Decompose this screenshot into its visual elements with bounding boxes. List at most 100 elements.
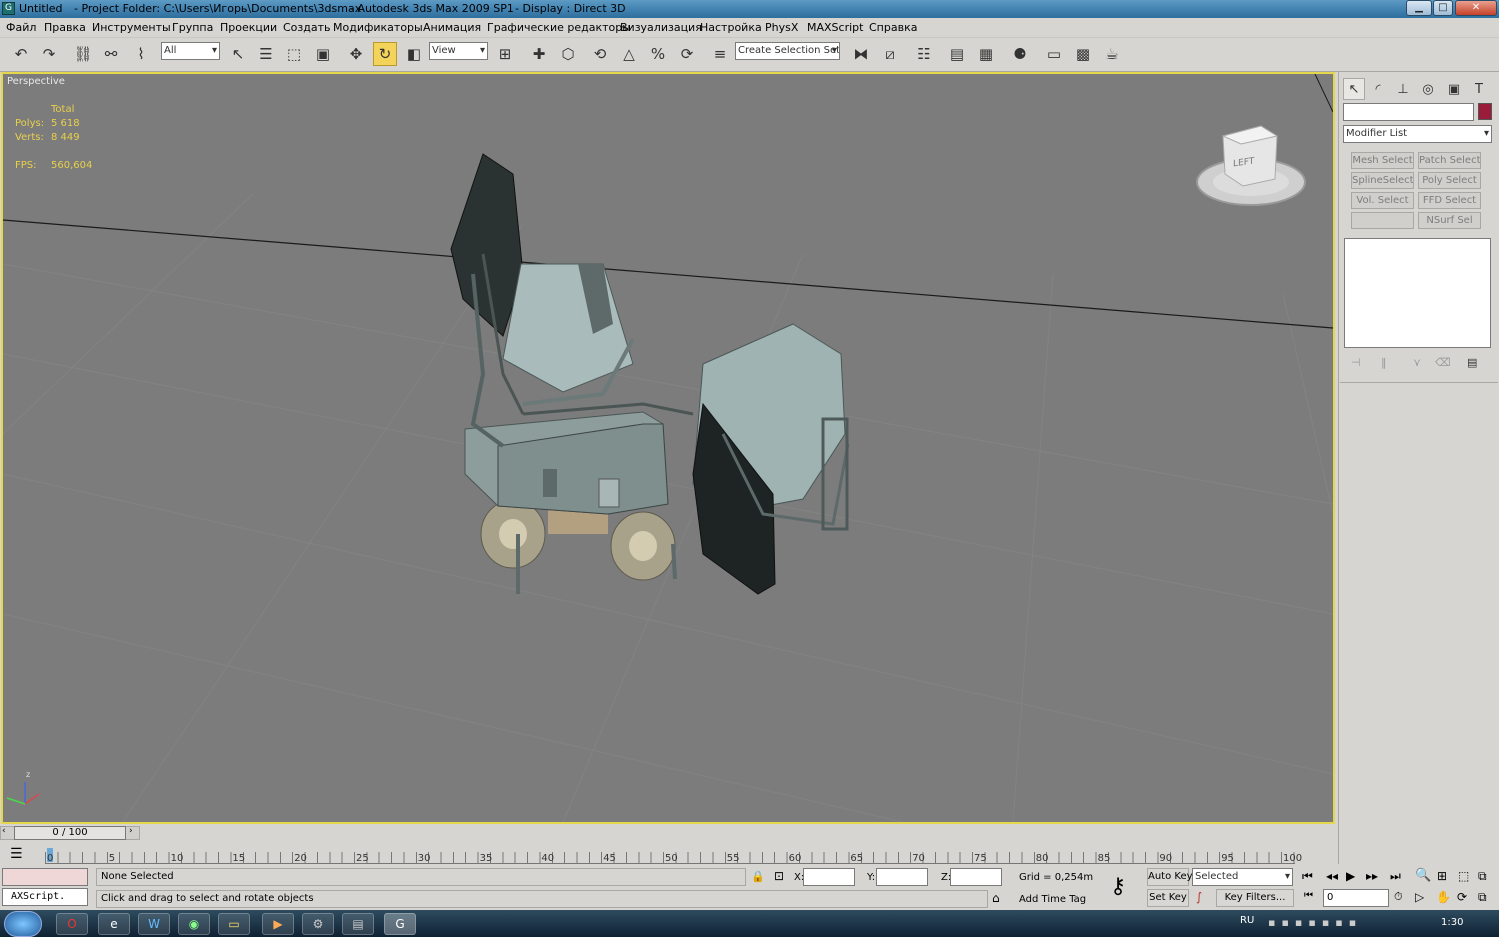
maximize-button[interactable]: □ bbox=[1433, 0, 1453, 16]
goto-end-icon[interactable]: ⏭ bbox=[1390, 869, 1401, 884]
selection-filter-dropdown[interactable]: All bbox=[161, 42, 220, 60]
ie-icon[interactable]: e bbox=[98, 913, 130, 935]
menu-views[interactable]: Проекции bbox=[220, 21, 277, 34]
word-icon[interactable]: W bbox=[138, 913, 170, 935]
layer-manager-icon[interactable]: ☷ bbox=[912, 42, 936, 66]
set-key-icon[interactable]: ⚷ bbox=[1110, 874, 1126, 899]
time-prev-icon[interactable]: ‹ bbox=[2, 826, 6, 836]
current-frame-field[interactable]: 0 bbox=[1323, 889, 1389, 907]
window-crossing-icon[interactable]: ▣ bbox=[311, 42, 335, 66]
undo-icon[interactable]: ↶ bbox=[9, 42, 33, 66]
hierarchy-tab-icon[interactable]: ⊥ bbox=[1392, 78, 1414, 100]
explorer-icon[interactable]: ▭ bbox=[218, 913, 250, 935]
zoom-extents-icon[interactable]: ⬚ bbox=[1458, 869, 1469, 883]
pin-stack-icon[interactable]: ⊣ bbox=[1351, 356, 1361, 369]
reference-coord-dropdown[interactable]: View bbox=[429, 42, 488, 60]
render-setup-icon[interactable]: ▭ bbox=[1042, 42, 1066, 66]
spinner-snap-icon[interactable]: ⟳ bbox=[675, 42, 699, 66]
add-time-tag[interactable]: Add Time Tag bbox=[1019, 894, 1086, 905]
modifier-stack[interactable] bbox=[1344, 238, 1491, 348]
3dsmax-taskbar-icon[interactable]: G bbox=[384, 913, 416, 935]
configure-sets-icon[interactable]: ▤ bbox=[1467, 356, 1477, 369]
link-icon[interactable]: ⛓ bbox=[71, 42, 95, 66]
notepad-taskbar-icon[interactable]: ▤ bbox=[342, 913, 374, 935]
menu-create[interactable]: Создать bbox=[283, 21, 331, 34]
menu-tools[interactable]: Инструменты bbox=[92, 21, 171, 34]
rect-selection-icon[interactable]: ⬚ bbox=[282, 42, 306, 66]
edit-named-sets-icon[interactable]: ≡ bbox=[708, 42, 732, 66]
play-icon[interactable]: ▶ bbox=[1346, 869, 1355, 883]
opera-icon[interactable]: O bbox=[56, 913, 88, 935]
menu-help[interactable]: Справка bbox=[869, 21, 917, 34]
radar-model[interactable] bbox=[450, 153, 850, 595]
select-manipulate-icon[interactable]: ✚ bbox=[527, 42, 551, 66]
remove-modifier-icon[interactable]: ⌫ bbox=[1435, 356, 1451, 369]
absolute-mode-icon[interactable]: ⊡ bbox=[774, 869, 784, 883]
default-tangent-icon[interactable]: ∫ bbox=[1196, 890, 1202, 904]
menu-file[interactable]: Файл bbox=[6, 21, 36, 34]
display-tab-icon[interactable]: ▣ bbox=[1443, 78, 1465, 100]
track-bar-icon[interactable]: ☰ bbox=[10, 846, 23, 862]
ffd-select-button[interactable]: FFD Select bbox=[1418, 192, 1481, 209]
time-slider[interactable]: 0 / 100 bbox=[14, 826, 126, 840]
object-name-field[interactable] bbox=[1343, 103, 1474, 121]
nsurf-sel-button[interactable]: NSurf Sel bbox=[1418, 212, 1481, 229]
language-indicator[interactable]: RU bbox=[1240, 915, 1254, 926]
select-object-icon[interactable]: ↖ bbox=[226, 42, 250, 66]
empty-modifier-button[interactable] bbox=[1351, 212, 1414, 229]
time-config-icon[interactable]: ⏱ bbox=[1394, 890, 1403, 904]
next-frame-icon[interactable]: ▸▸ bbox=[1366, 869, 1378, 883]
create-tab-icon[interactable]: ↖ bbox=[1343, 78, 1365, 100]
lock-selection-icon[interactable]: 🔒 bbox=[751, 870, 765, 883]
vol-select-button[interactable]: Vol. Select bbox=[1351, 192, 1414, 209]
perspective-viewport[interactable]: Perspective Total Polys: 5 618 Verts: 8 … bbox=[1, 72, 1335, 824]
start-button-icon[interactable] bbox=[4, 911, 42, 937]
menu-rendering[interactable]: Визуализация bbox=[620, 21, 702, 34]
chrome-icon[interactable]: ◉ bbox=[178, 913, 210, 935]
menu-animation[interactable]: Анимация bbox=[423, 21, 481, 34]
time-next-icon[interactable]: › bbox=[129, 826, 133, 836]
redo-icon[interactable]: ↷ bbox=[37, 42, 61, 66]
rendered-frame-icon[interactable]: ▩ bbox=[1071, 42, 1095, 66]
object-color-swatch[interactable] bbox=[1478, 103, 1492, 120]
maximize-viewport-icon[interactable]: ⧉ bbox=[1478, 890, 1487, 905]
maxscript-listener-pink[interactable] bbox=[2, 868, 88, 886]
key-filters-button[interactable]: Key Filters... bbox=[1216, 889, 1294, 907]
menu-maxscript[interactable]: MAXScript bbox=[807, 21, 863, 34]
percent-snap-icon[interactable]: % bbox=[646, 42, 670, 66]
curve-editor-icon[interactable]: ▤ bbox=[945, 42, 969, 66]
motion-tab-icon[interactable]: ◎ bbox=[1417, 78, 1439, 100]
tray-icons[interactable]: ▪▪▪▪▪▪▪ bbox=[1268, 916, 1362, 929]
align-icon[interactable]: ⧄ bbox=[878, 42, 902, 66]
spline-select-button[interactable]: SplineSelect bbox=[1351, 172, 1414, 189]
modify-tab-icon[interactable]: ◜ bbox=[1367, 78, 1389, 100]
app-taskbar-icon[interactable]: ⚙ bbox=[302, 913, 334, 935]
goto-start-icon[interactable]: ⏮ bbox=[1302, 869, 1313, 884]
material-editor-icon[interactable]: ⚈ bbox=[1008, 42, 1032, 66]
mesh-select-button[interactable]: Mesh Select bbox=[1351, 152, 1414, 169]
time-tag-icon[interactable]: ⌂ bbox=[992, 891, 1000, 905]
modifier-list-dropdown[interactable]: Modifier List bbox=[1343, 125, 1492, 143]
y-coord-field[interactable] bbox=[876, 868, 928, 886]
scale-icon[interactable]: ◧ bbox=[402, 42, 426, 66]
key-mode-toggle-icon[interactable]: ⏮ bbox=[1304, 890, 1313, 901]
viewport-label[interactable]: Perspective bbox=[7, 76, 65, 87]
angle-snap-icon[interactable]: △ bbox=[617, 42, 641, 66]
media-player-icon[interactable]: ▶ bbox=[262, 913, 294, 935]
pan-view-icon[interactable]: ✋ bbox=[1436, 890, 1451, 904]
zoom-extents-all-icon[interactable]: ⧉ bbox=[1478, 869, 1487, 884]
render-teapot-icon[interactable]: ☕ bbox=[1100, 42, 1124, 66]
set-key-button[interactable]: Set Key bbox=[1147, 889, 1189, 907]
bind-space-warp-icon[interactable]: ⌇ bbox=[129, 42, 153, 66]
zoom-icon[interactable]: 🔍 bbox=[1415, 868, 1431, 883]
named-selection-dropdown[interactable]: Create Selection Set bbox=[735, 42, 840, 60]
x-coord-field[interactable] bbox=[803, 868, 855, 886]
key-mode-dropdown[interactable]: Selected bbox=[1192, 868, 1293, 886]
unlink-icon[interactable]: ⚯ bbox=[99, 42, 123, 66]
menu-edit[interactable]: Правка bbox=[44, 21, 86, 34]
show-end-result-icon[interactable]: ‖ bbox=[1381, 356, 1387, 369]
move-icon[interactable]: ✥ bbox=[344, 42, 368, 66]
prev-frame-icon[interactable]: ◂◂ bbox=[1326, 869, 1338, 883]
patch-select-button[interactable]: Patch Select bbox=[1418, 152, 1481, 169]
menu-group[interactable]: Группа bbox=[172, 21, 213, 34]
